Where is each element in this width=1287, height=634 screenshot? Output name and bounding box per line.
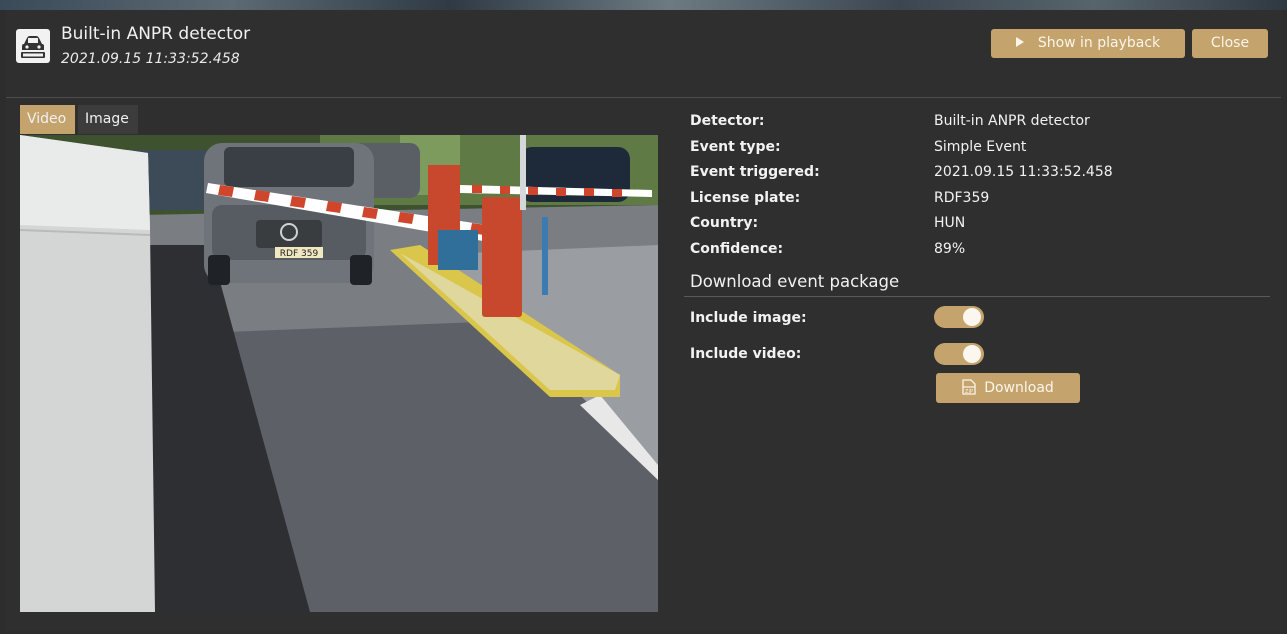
download-button[interactable]: ZIP Download xyxy=(936,373,1080,403)
car-plate-icon xyxy=(16,29,50,63)
confidence-label: Confidence: xyxy=(690,241,784,257)
page: Built-in ANPR detector 2021.09.15 11:33:… xyxy=(0,0,1287,634)
plate-text: RDF 359 xyxy=(280,249,319,259)
video-player[interactable]: RDF 359 xyxy=(20,135,658,612)
country-value: HUN xyxy=(934,215,966,231)
detector-label: Detector: xyxy=(690,113,765,129)
event-timestamp: 2021.09.15 11:33:52.458 xyxy=(61,51,240,67)
license-plate-value: RDF359 xyxy=(934,190,990,206)
include-image-label: Include image: xyxy=(690,310,807,326)
include-image-toggle[interactable] xyxy=(934,306,984,328)
dialog-title: Built-in ANPR detector xyxy=(61,24,251,44)
toggle-knob xyxy=(963,308,981,326)
event-triggered-value: 2021.09.15 11:33:52.458 xyxy=(934,164,1113,180)
tab-video[interactable]: Video xyxy=(20,105,75,134)
camera-scene: RDF 359 xyxy=(20,135,658,612)
toggle-knob xyxy=(963,345,981,363)
svg-text:ZIP: ZIP xyxy=(965,389,973,395)
event-type-label: Event type: xyxy=(690,139,781,155)
country-label: Country: xyxy=(690,215,759,231)
event-triggered-label: Event triggered: xyxy=(690,164,820,180)
background-strip xyxy=(0,0,1287,10)
zip-icon: ZIP xyxy=(962,376,976,406)
close-label: Close xyxy=(1210,35,1250,51)
detector-value: Built-in ANPR detector xyxy=(934,113,1090,129)
license-plate-label: License plate: xyxy=(690,190,801,206)
confidence-value: 89% xyxy=(934,241,966,257)
download-label: Download xyxy=(984,380,1054,396)
close-button[interactable]: Close xyxy=(1192,29,1268,58)
show-in-playback-button[interactable]: Show in playback xyxy=(991,29,1185,58)
download-section-title: Download event package xyxy=(690,272,900,291)
include-video-label: Include video: xyxy=(690,346,802,362)
section-divider xyxy=(684,296,1270,297)
event-dialog: Built-in ANPR detector 2021.09.15 11:33:… xyxy=(6,10,1281,630)
dialog-header: Built-in ANPR detector 2021.09.15 11:33:… xyxy=(6,10,1281,98)
show-in-playback-label: Show in playback xyxy=(1037,35,1161,51)
event-type-value: Simple Event xyxy=(934,139,1027,155)
tab-image[interactable]: Image xyxy=(78,105,138,134)
include-video-toggle[interactable] xyxy=(934,343,984,365)
play-icon xyxy=(1015,37,1024,47)
